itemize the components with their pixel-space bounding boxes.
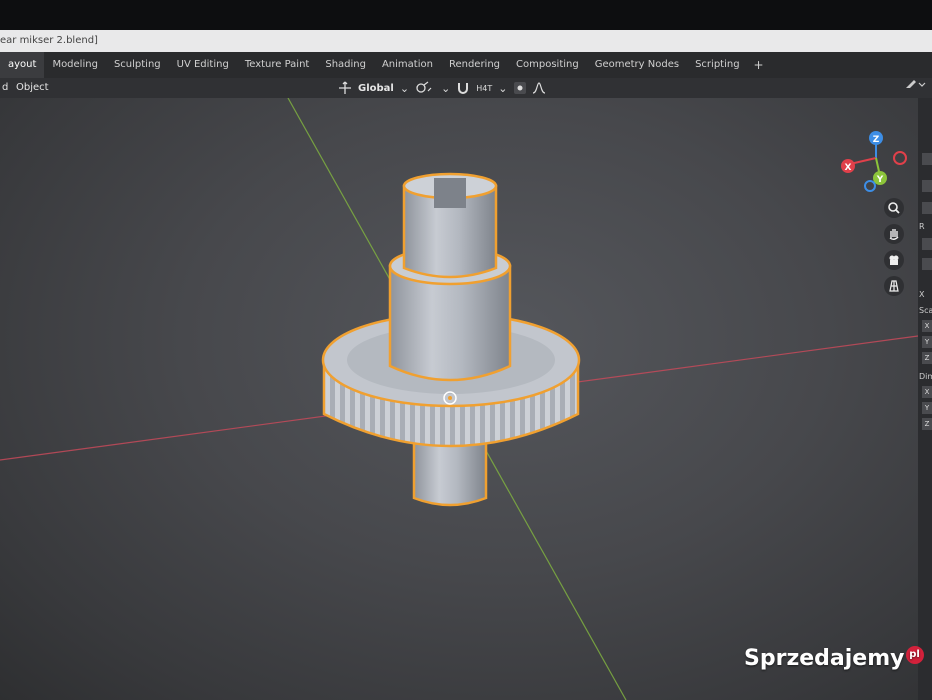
dim-z-field[interactable]: Z xyxy=(922,418,932,430)
chevron-down-icon[interactable]: ⌄ xyxy=(400,82,409,95)
tab-modeling[interactable]: Modeling xyxy=(44,52,106,78)
snap-target-label[interactable]: H4T xyxy=(476,84,492,93)
field-stub[interactable] xyxy=(922,238,932,250)
monitor-bezel xyxy=(0,0,932,30)
watermark-text: Sprzedajemy xyxy=(744,646,905,671)
snap-magnet-icon[interactable] xyxy=(456,81,470,95)
pivot-icon[interactable] xyxy=(415,81,435,95)
add-workspace-button[interactable]: + xyxy=(748,58,770,72)
scale-x-field[interactable]: X xyxy=(922,320,932,332)
top-slot xyxy=(434,178,466,208)
object-menu[interactable]: Object xyxy=(16,78,49,98)
gizmo-neg-z[interactable] xyxy=(864,180,876,192)
gear-model[interactable] xyxy=(321,172,581,507)
scale-label: Sca xyxy=(919,306,932,315)
tab-texture-paint[interactable]: Texture Paint xyxy=(237,52,318,78)
window-titlebar: ear mikser 2.blend] xyxy=(0,30,932,52)
navigation-gizmo[interactable]: Z X Y xyxy=(841,131,907,192)
field-stub[interactable] xyxy=(922,202,932,214)
gizmo-z-label: Z xyxy=(873,135,880,145)
tab-compositing[interactable]: Compositing xyxy=(508,52,587,78)
falloff-curve-icon[interactable] xyxy=(532,82,546,94)
gizmo-y-label: Y xyxy=(876,175,884,185)
gizmo-neg-x[interactable] xyxy=(893,151,907,165)
dim-y-field[interactable]: Y xyxy=(922,402,932,414)
viewport-shading-menu[interactable] xyxy=(904,78,926,98)
transform-orientation-dropdown[interactable]: Global xyxy=(358,83,394,94)
watermark-logo: Sprzedajemy pl xyxy=(744,646,924,671)
gizmo-x-label: X xyxy=(845,163,852,173)
camera-icon[interactable] xyxy=(884,250,904,270)
orientation-icon xyxy=(339,81,351,94)
scene[interactable]: Z X Y xyxy=(0,98,918,700)
tab-geometry-nodes[interactable]: Geometry Nodes xyxy=(587,52,687,78)
chevron-down-icon[interactable]: ⌄ xyxy=(498,82,507,95)
field-stub[interactable] xyxy=(922,258,932,270)
chevron-down-icon[interactable]: ⌄ xyxy=(441,82,450,95)
3d-viewport[interactable]: Z X Y xyxy=(0,98,918,700)
scale-y-field[interactable]: Y xyxy=(922,336,932,348)
transform-tools: Global ⌄ ⌄ H4T ⌄ xyxy=(338,78,546,98)
dimensions-label: Dim xyxy=(919,372,932,381)
rotation-x-label: X xyxy=(919,290,925,299)
field-stub[interactable] xyxy=(922,153,932,165)
tab-layout[interactable]: ayout xyxy=(0,52,45,78)
mode-menu[interactable]: d xyxy=(0,78,8,98)
sidebar-n-panel: R X Sca X Y Z Dim X Y Z xyxy=(918,98,932,700)
scale-z-field[interactable]: Z xyxy=(922,352,932,364)
tab-shading[interactable]: Shading xyxy=(317,52,374,78)
viewport-header: d Object Global ⌄ ⌄ H4T ⌄ xyxy=(0,78,932,98)
rotation-label: R xyxy=(919,222,925,231)
field-stub[interactable] xyxy=(922,180,932,192)
watermark-suffix: pl xyxy=(905,646,924,664)
perspective-grid-icon[interactable] xyxy=(884,276,904,296)
visibility-icon xyxy=(906,80,926,88)
tab-scripting[interactable]: Scripting xyxy=(687,52,747,78)
proportional-edit-icon[interactable] xyxy=(513,82,526,94)
tab-sculpting[interactable]: Sculpting xyxy=(106,52,169,78)
workspace-tabs: ayout Modeling Sculpting UV Editing Text… xyxy=(0,52,932,78)
pan-hand-icon[interactable] xyxy=(884,224,904,244)
tab-uv-editing[interactable]: UV Editing xyxy=(169,52,237,78)
dim-x-field[interactable]: X xyxy=(922,386,932,398)
zoom-icon[interactable] xyxy=(884,198,904,218)
tab-animation[interactable]: Animation xyxy=(374,52,441,78)
tab-rendering[interactable]: Rendering xyxy=(441,52,508,78)
window-title: ear mikser 2.blend] xyxy=(0,35,98,46)
origin-dot xyxy=(448,396,452,400)
